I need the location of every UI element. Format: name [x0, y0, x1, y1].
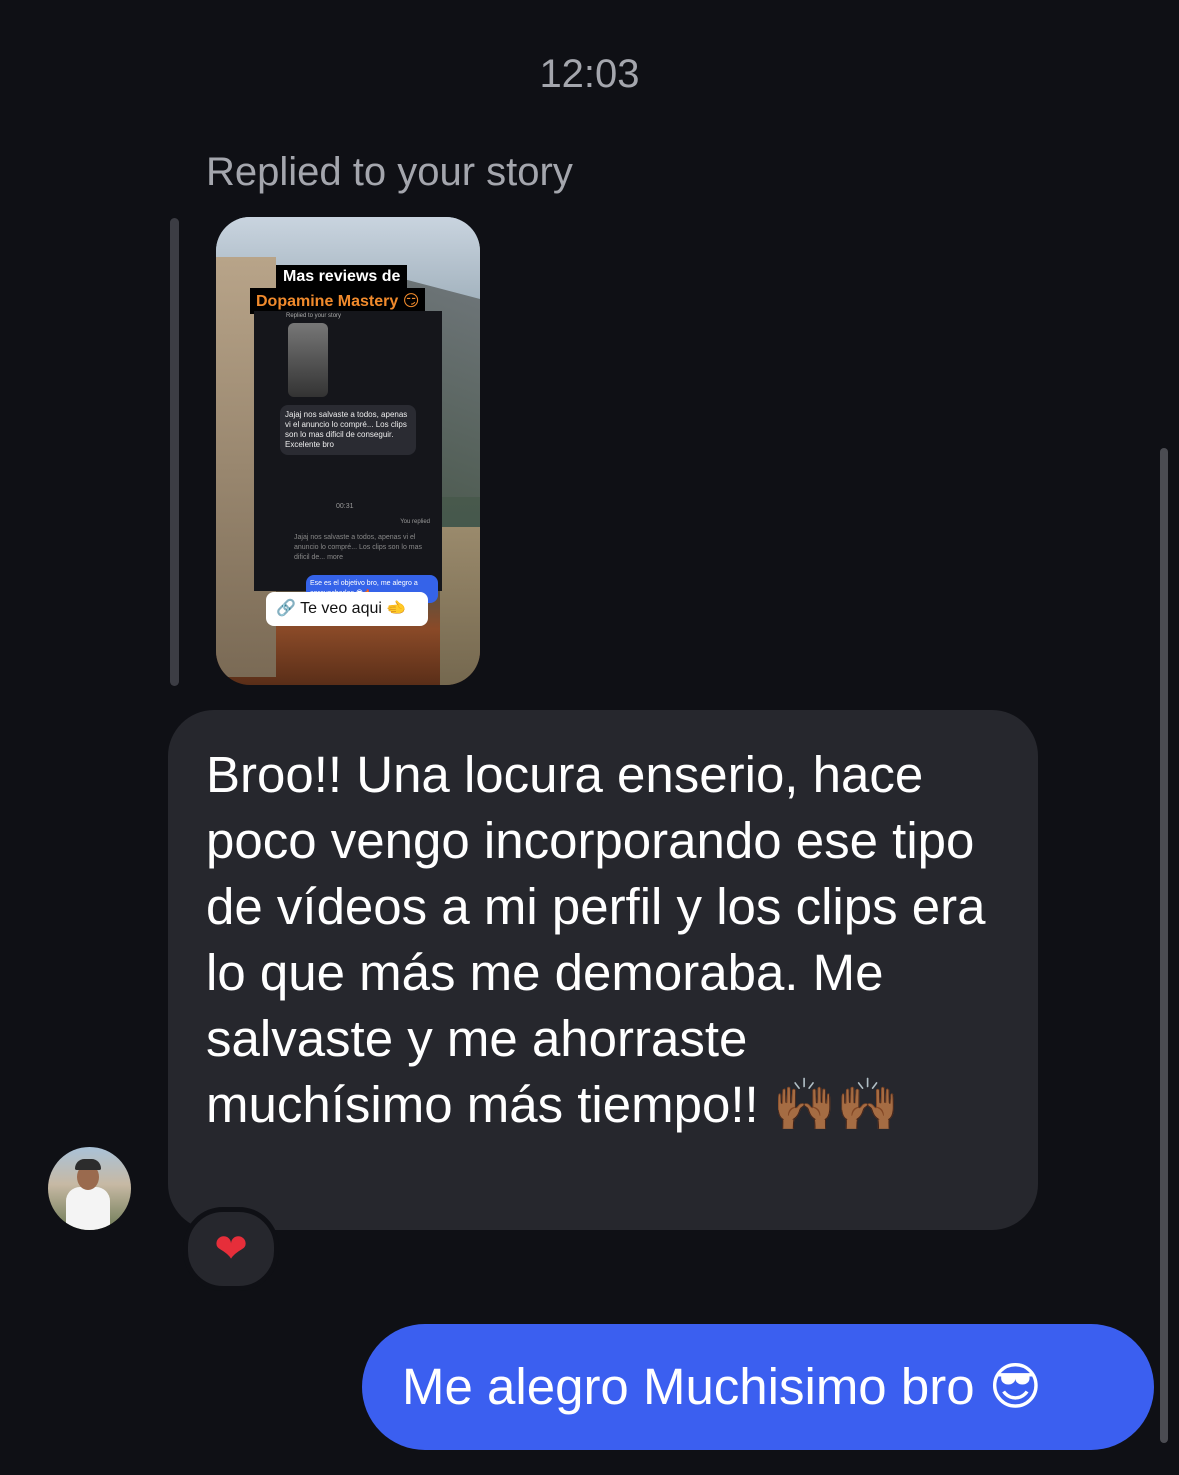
incoming-message-text: Broo!! Una locura enserio, hace poco ven… [206, 746, 986, 1133]
heart-icon: ❤ [214, 1227, 248, 1271]
reply-context-label: Replied to your story [206, 150, 573, 194]
thread-timestamp: 12:03 [539, 52, 640, 96]
reply-indicator-bar [170, 218, 179, 686]
embedded-reply-label: Replied to your story [286, 313, 342, 319]
story-link-sticker[interactable]: 🔗 Te veo aqui 🫲 [266, 592, 428, 626]
embedded-message-bubble: Jajaj nos salvaste a todos, apenas vi el… [280, 405, 416, 455]
sender-avatar[interactable] [48, 1147, 131, 1230]
heart-reaction[interactable]: ❤ [183, 1207, 279, 1291]
outgoing-message-text: Me alegro Muchisimo bro 😎 [402, 1358, 1042, 1415]
story-title-line1: Mas reviews de [276, 265, 408, 289]
embedded-story-thumb [288, 323, 328, 397]
story-building-right [440, 527, 480, 685]
embedded-you-replied: You replied [400, 519, 430, 525]
story-preview-thumbnail[interactable]: Mas reviews de Dopamine Mastery 😏 Replie… [216, 217, 480, 685]
outgoing-message-bubble[interactable]: Me alegro Muchisimo bro 😎 [362, 1324, 1154, 1450]
incoming-message-bubble[interactable]: Broo!! Una locura enserio, hace poco ven… [168, 710, 1038, 1230]
embedded-quote: Jajaj nos salvaste a todos, apenas vi el… [294, 534, 423, 561]
link-icon: 🔗 [276, 600, 296, 617]
embedded-time: 00:31 [336, 503, 354, 510]
story-embedded-chat: Replied to your story Jajaj nos salvaste… [254, 311, 442, 603]
scrollbar[interactable] [1160, 448, 1168, 1443]
story-link-label: Te veo aqui 🫲 [300, 600, 407, 617]
